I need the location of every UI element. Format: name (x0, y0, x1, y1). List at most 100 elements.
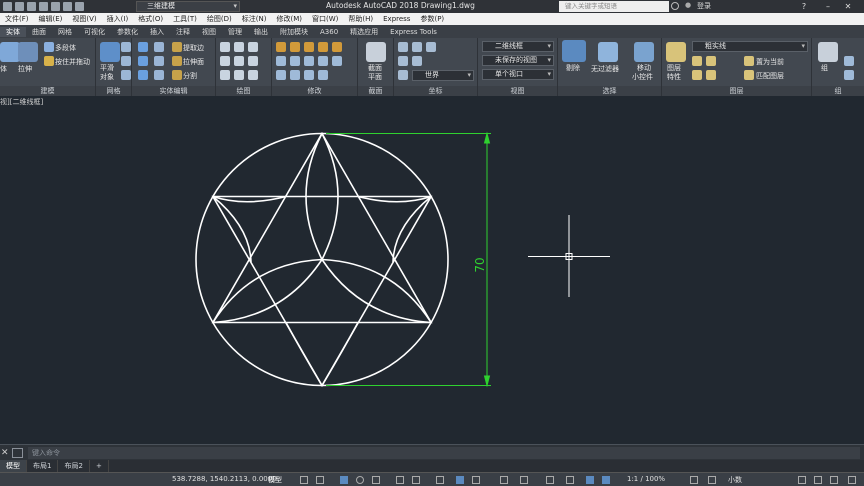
offset-icon[interactable] (332, 56, 342, 66)
scale-icon[interactable] (290, 70, 300, 80)
box-icon[interactable] (0, 42, 20, 62)
match-layer-button[interactable]: 匹配图层 (756, 71, 784, 81)
undo-icon[interactable] (63, 2, 72, 11)
extrude-faces-button[interactable]: 拉伸面 (183, 57, 204, 67)
lock-ui-icon[interactable] (814, 476, 822, 484)
save-as-icon[interactable] (39, 2, 48, 11)
polyline-icon[interactable] (234, 42, 244, 52)
mesh-tool-icon[interactable] (121, 42, 131, 52)
group-icon[interactable] (818, 42, 838, 62)
isodraft-icon[interactable] (372, 476, 380, 484)
tab-manage[interactable]: 管理 (222, 27, 248, 37)
panel-title-modeling[interactable]: 建模 (0, 86, 95, 96)
open-file-icon[interactable] (15, 2, 24, 11)
workspace-switch-icon[interactable] (690, 476, 698, 484)
annotation-visibility-icon[interactable] (586, 476, 594, 484)
selection-filter-icon[interactable] (546, 476, 554, 484)
ucs-origin-icon[interactable] (412, 42, 422, 52)
menu-view[interactable]: 视图(V) (67, 14, 101, 24)
ungroup-icon[interactable] (844, 56, 854, 66)
tab-layout-2[interactable]: 布局2 (58, 460, 90, 472)
annotation-scale[interactable]: 1:1 / 100% (627, 475, 665, 483)
triangle-up[interactable] (211, 131, 433, 324)
command-close-icon[interactable]: ✕ (1, 448, 9, 458)
tab-parametric[interactable]: 参数化 (111, 27, 144, 37)
interfere-icon[interactable] (154, 70, 164, 80)
quick-properties-icon[interactable] (798, 476, 806, 484)
ucs-dropdown[interactable]: 世界 (412, 70, 474, 81)
no-filter-icon[interactable] (598, 42, 618, 62)
erase-icon[interactable] (318, 42, 328, 52)
panel-title-section[interactable]: 截面 (358, 86, 393, 96)
auto-scale-icon[interactable] (602, 476, 610, 484)
smooth-object-icon[interactable] (100, 42, 120, 62)
arc-lobe[interactable] (321, 322, 359, 386)
tab-visualize[interactable]: 可视化 (78, 27, 111, 37)
section-plane-icon[interactable] (366, 42, 386, 62)
named-view-dropdown[interactable]: 未保存的视图 (482, 55, 554, 66)
ucs-object-icon[interactable] (412, 56, 422, 66)
drawing-viewport[interactable]: 视][二维线框] 70 (0, 96, 864, 444)
tab-mesh[interactable]: 网格 (52, 27, 78, 37)
panel-title-selection[interactable]: 选择 (558, 86, 661, 96)
tab-solid[interactable]: 实体 (0, 26, 26, 37)
panel-title-draw[interactable]: 绘图 (216, 86, 271, 96)
panel-title-coordinates[interactable]: 坐标 (394, 86, 477, 96)
set-current-button[interactable]: 置为当前 (756, 57, 784, 67)
menu-parametric[interactable]: 参数(P) (415, 14, 449, 24)
ucs-view-icon[interactable] (398, 56, 408, 66)
tab-express-tools[interactable]: Express Tools (384, 28, 443, 36)
visual-style-dropdown[interactable]: 二维线框 (482, 41, 554, 52)
tab-a360[interactable]: A360 (314, 28, 344, 36)
ortho-icon[interactable] (340, 476, 348, 484)
culling-icon[interactable] (562, 40, 586, 62)
search-icon[interactable] (671, 2, 679, 10)
selection-cycling-icon[interactable] (500, 476, 508, 484)
tab-featured-apps[interactable]: 精选应用 (344, 27, 384, 37)
line-icon[interactable] (220, 42, 230, 52)
3d-mirror-icon[interactable] (318, 70, 328, 80)
layer-dropdown[interactable]: 粗实线 (692, 41, 808, 52)
minimize-icon[interactable]: – (820, 1, 836, 12)
ucs-world-icon[interactable] (398, 70, 408, 80)
layer-state-icon[interactable] (692, 56, 702, 66)
triangle-down[interactable] (211, 195, 433, 388)
group-edit-icon[interactable] (844, 70, 854, 80)
intersect-icon[interactable] (138, 70, 148, 80)
copy-icon[interactable] (276, 56, 286, 66)
panel-title-view[interactable]: 视图 (478, 86, 557, 96)
match-layer-icon[interactable] (744, 70, 754, 80)
menu-modify[interactable]: 修改(M) (271, 14, 307, 24)
3d-osnap-icon[interactable] (436, 476, 444, 484)
tab-insert[interactable]: 插入 (144, 27, 170, 37)
extrude-faces-icon[interactable] (172, 56, 182, 66)
presspull-icon[interactable] (44, 56, 54, 66)
union-icon[interactable] (138, 42, 148, 52)
arc-icon[interactable] (248, 42, 258, 52)
menu-format[interactable]: 格式(O) (133, 14, 168, 24)
panel-title-layers[interactable]: 图层 (662, 86, 811, 96)
layer-freeze-icon[interactable] (706, 70, 716, 80)
align-icon[interactable] (304, 70, 314, 80)
model-space-button[interactable]: 模型 (268, 475, 282, 485)
polysolid-button[interactable]: 多段体 (55, 43, 76, 53)
array-icon[interactable] (318, 56, 328, 66)
dimension-text[interactable]: 70 (473, 257, 487, 272)
panel-title-groups[interactable]: 组 (812, 86, 864, 96)
mesh-tool-icon[interactable] (121, 70, 131, 80)
annotation-monitor-icon[interactable] (708, 476, 716, 484)
panel-title-solid-editing[interactable]: 实体编辑 (132, 86, 215, 96)
dynamic-ucs-icon[interactable] (520, 476, 528, 484)
ucs-icon[interactable] (398, 42, 408, 52)
customization-icon[interactable] (848, 476, 856, 484)
mirror-icon[interactable] (290, 56, 300, 66)
ucs-x-icon[interactable] (426, 42, 436, 52)
circle-icon[interactable] (220, 56, 230, 66)
set-current-icon[interactable] (744, 56, 754, 66)
move-icon[interactable] (276, 42, 286, 52)
arc-lobe[interactable] (285, 322, 323, 386)
search-input[interactable]: 键入关键字或短语 (559, 1, 669, 12)
tab-view[interactable]: 视图 (196, 27, 222, 37)
cursor-coordinates[interactable]: 538.7288, 1540.2113, 0.0000 (172, 475, 277, 483)
viewport-config-dropdown[interactable]: 单个视口 (482, 69, 554, 80)
